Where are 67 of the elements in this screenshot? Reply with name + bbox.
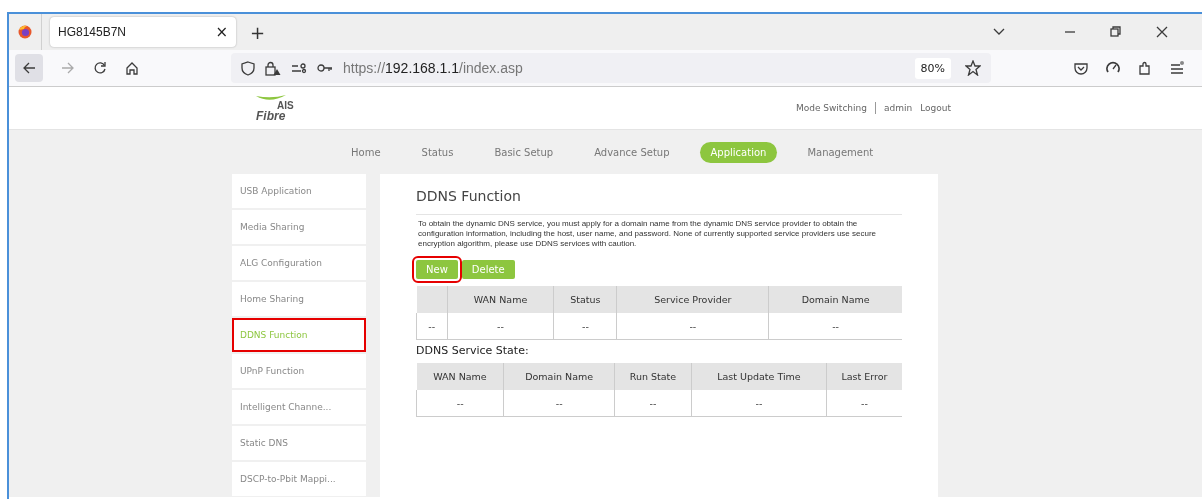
new-tab-button[interactable]: + [250, 21, 266, 43]
chevron-down-icon[interactable] [992, 27, 1006, 37]
url-text: https://192.168.1.1/index.asp [343, 60, 523, 76]
shield-icon [241, 60, 255, 76]
swoosh-icon [256, 94, 286, 103]
table-cell: -- [826, 390, 902, 417]
zoom-level-button[interactable]: 80% [914, 57, 951, 79]
restore-icon[interactable] [1110, 26, 1122, 38]
gauge-icon[interactable] [1106, 61, 1120, 75]
close-icon[interactable] [1156, 26, 1168, 38]
browser-logo-icon [18, 25, 32, 39]
column-header: Status [553, 286, 617, 313]
column-header: Domain Name [503, 363, 615, 390]
page-title: DDNS Function [416, 188, 902, 215]
star-icon[interactable] [965, 60, 981, 76]
table-cell: -- [616, 313, 769, 340]
pocket-icon[interactable] [1074, 61, 1088, 75]
permissions-icon [291, 62, 307, 74]
description-text: To obtain the dynamic DNS service, you must apply for a domain name from the dynamic DNS service provider to obtain the configuration information, including the host, user name, and password. None of currently supported service providers use secure encryption algorithm, please use DDNS services with caution. [418, 219, 878, 249]
table-cell: -- [614, 390, 692, 417]
table-cell: -- [691, 390, 827, 417]
back-arrow-icon[interactable] [22, 62, 36, 74]
header-link[interactable]: Mode Switching [795, 103, 867, 113]
column-header: Domain Name [768, 286, 902, 313]
sidebar-item[interactable]: Home Sharing [232, 282, 366, 316]
sidebar-item[interactable]: ALG Configuration [232, 246, 366, 280]
table-cell: -- [416, 390, 504, 417]
column-header: Last Update Time [691, 363, 827, 390]
action-button[interactable]: Delete [461, 260, 515, 279]
table-cell: -- [447, 313, 554, 340]
address-bar[interactable]: https://192.168.1.1/index.asp 80% [231, 53, 991, 83]
table-cell: -- [768, 313, 902, 340]
sidebar-item[interactable]: USB Application [232, 174, 366, 208]
table-cell: -- [553, 313, 617, 340]
column-header: WAN Name [447, 286, 554, 313]
menu-icon[interactable] [1170, 61, 1184, 75]
browser-tab[interactable]: HG8145B7N × [50, 17, 236, 47]
nav-tab[interactable]: Management [796, 141, 885, 163]
logo-text: AIS [277, 100, 295, 110]
lock-warning-icon [265, 60, 281, 76]
nav-tab[interactable]: Home [340, 141, 392, 163]
logo-text: Fibre [256, 109, 286, 122]
nav-tab[interactable]: Basic Setup [483, 141, 565, 163]
tab-close-button[interactable]: × [215, 23, 228, 41]
header-link[interactable]: Logout [920, 103, 951, 113]
table-cell: -- [503, 390, 615, 417]
sidebar-item[interactable]: DSCP-to-Pbit Mappi... [232, 462, 366, 496]
sidebar-item[interactable]: UPnP Function [232, 354, 366, 388]
column-header: Run State [614, 363, 692, 390]
sidebar-item[interactable]: DDNS Function [232, 318, 366, 352]
home-icon[interactable] [125, 61, 139, 75]
section-title: DDNS Service State: [416, 344, 530, 357]
sidebar-item[interactable]: Intelligent Channe... [232, 390, 366, 424]
nav-tab[interactable]: Application [699, 141, 778, 163]
puzzle-icon[interactable] [1138, 61, 1152, 75]
tab-title: HG8145B7N [58, 25, 128, 39]
sidebar-item[interactable]: Static DNS [232, 426, 366, 460]
header-link[interactable]: admin [883, 103, 913, 113]
sidebar-item[interactable]: Media Sharing [232, 210, 366, 244]
column-header: Service Provider [616, 286, 769, 313]
reload-icon[interactable] [93, 61, 107, 75]
column-header: Last Error [826, 363, 902, 390]
nav-tab[interactable]: Status [410, 141, 465, 163]
table-cell: -- [416, 313, 447, 340]
column-header: WAN Name [416, 363, 504, 390]
key-icon [317, 63, 333, 73]
nav-tab[interactable]: Advance Setup [583, 141, 681, 163]
